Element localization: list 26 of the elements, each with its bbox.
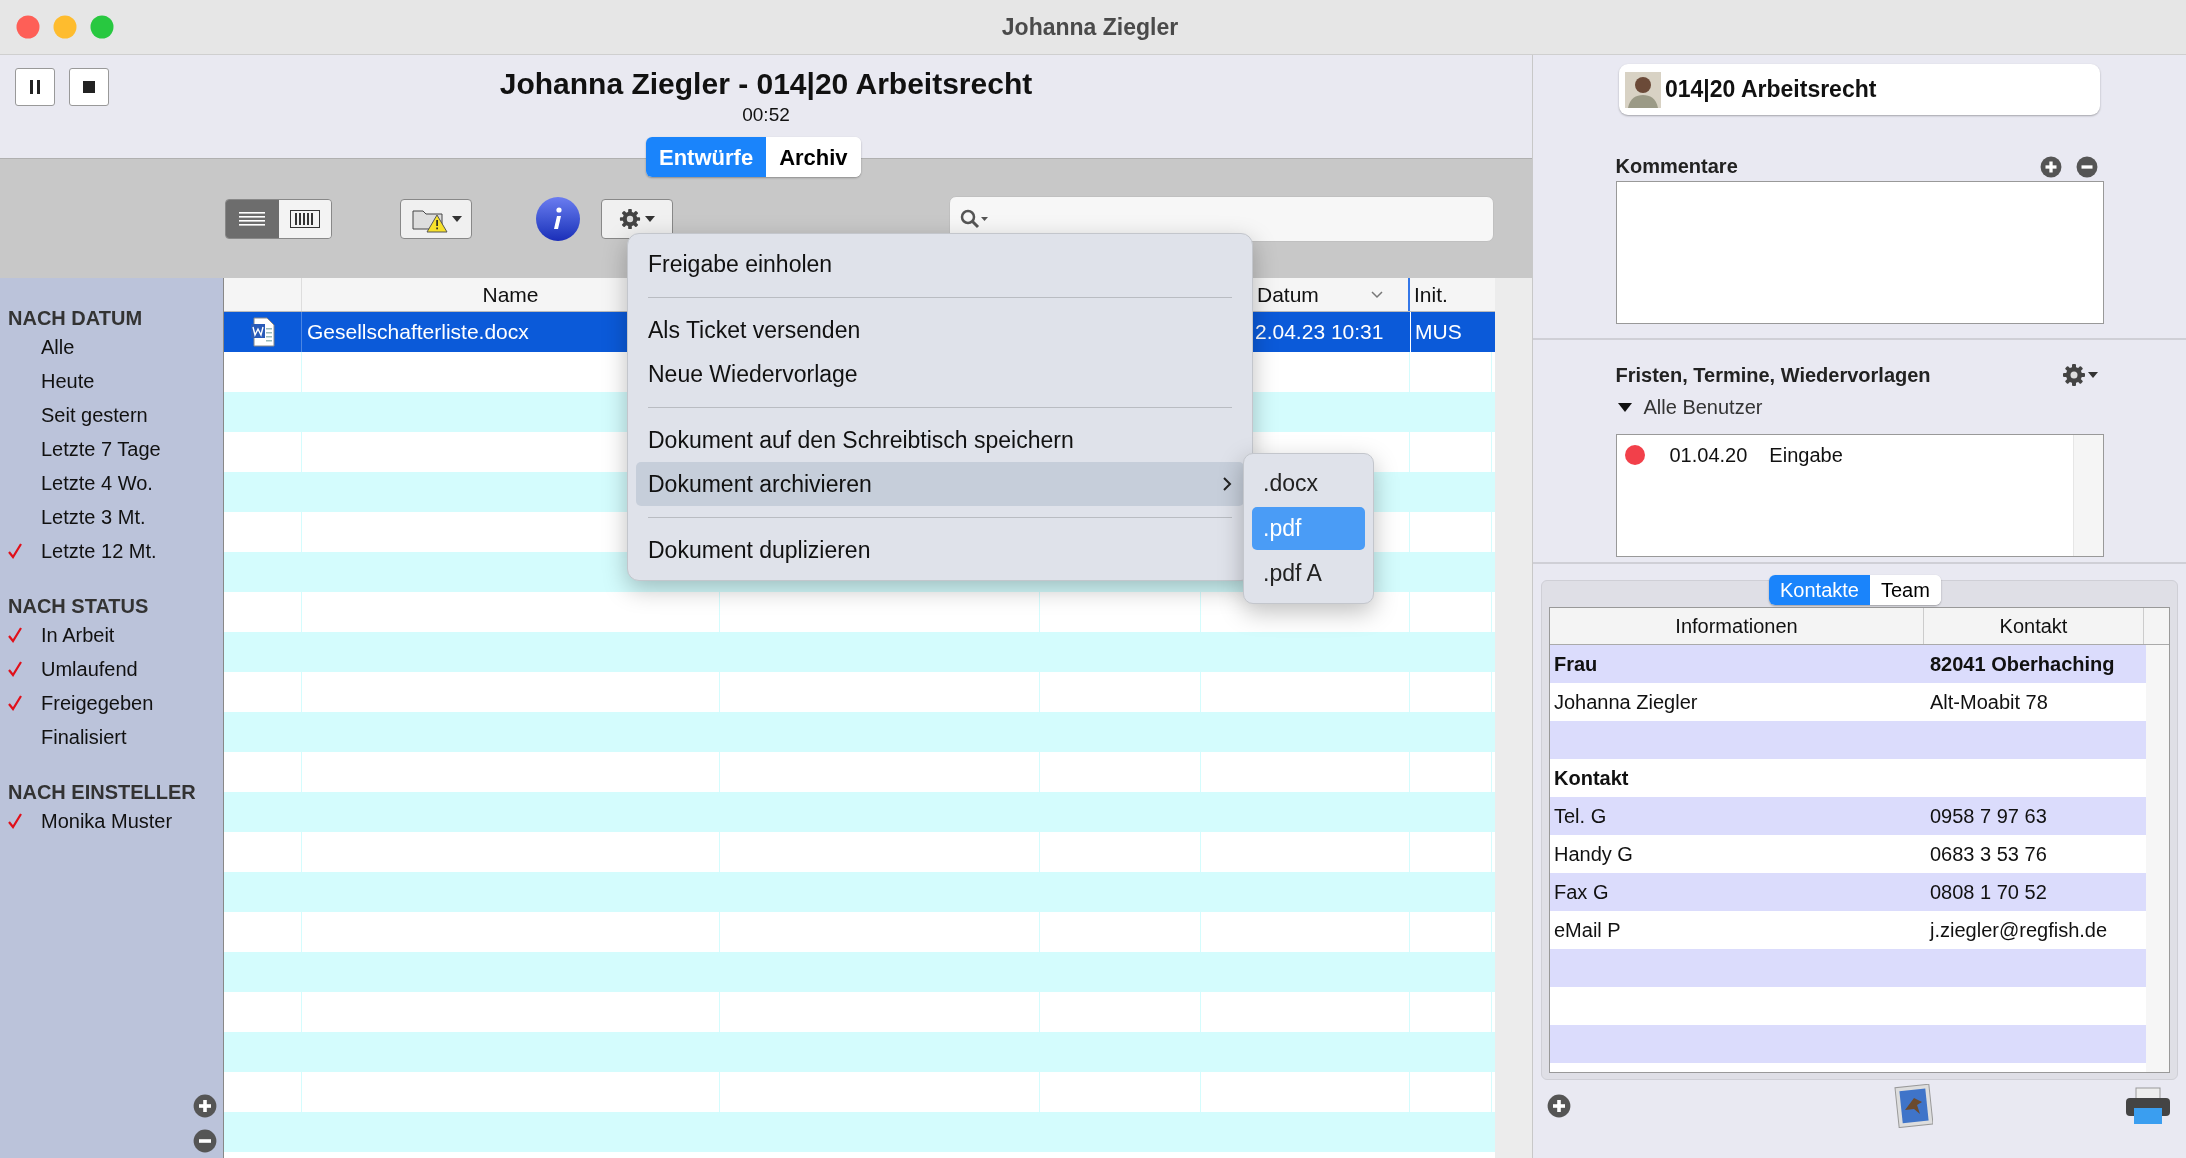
table-cell-text: j.ziegler@regfish.de [1930, 918, 2108, 943]
document-title: Johanna Ziegler - 014|20 Arbeitsrecht [499, 66, 1033, 102]
table-cell-text: Frau [1553, 652, 1599, 677]
window-title: Johanna Ziegler [1001, 12, 1179, 42]
table-cell-text: 0808 1 70 52 [1930, 880, 2047, 905]
table-cell-text: 2.04.23 10:31 [1254, 319, 1385, 346]
table-cell-text: Handy G [1553, 842, 1634, 867]
section-heading: Kommentare [1615, 154, 1738, 179]
table-cell-text: Gesellschafterliste.docx [307, 319, 529, 346]
sidebar-heading: NACH STATUS [8, 594, 150, 618]
table-cell-text: Fax G [1553, 880, 1610, 905]
timer: 00:52 [742, 103, 790, 127]
table-cell-text: 0958 7 97 63 [1930, 804, 2047, 829]
deadline-date: 01.04.20 [1669, 443, 1748, 468]
table-cell-text: Alt-Moabit 78 [1930, 690, 2048, 715]
table-cell-text: Kontakt [1553, 766, 1630, 791]
table-cell-text: 0683 3 53 76 [1930, 842, 2047, 867]
section-heading: Fristen, Termine, Wiedervorlagen [1615, 363, 1931, 388]
deadline-label: Eingabe [1769, 443, 1843, 468]
sidebar-heading: NACH DATUM [8, 306, 144, 330]
table-cell-text: eMail P [1553, 918, 1622, 943]
sidebar-heading: NACH EINSTELLER [8, 780, 197, 804]
table-cell-text: Johanna Ziegler [1553, 690, 1699, 715]
table-cell-text: Tel. G [1553, 804, 1608, 829]
case-title: 014|20 Arbeitsrecht [1665, 75, 1877, 105]
table-cell-text: 82041 Oberhaching [1930, 652, 2115, 677]
